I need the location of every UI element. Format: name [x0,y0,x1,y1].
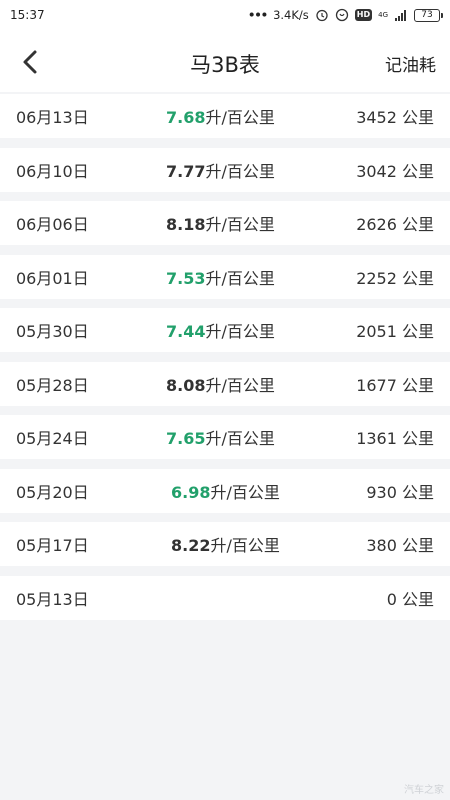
fuel-record-row[interactable]: 06月01日 7.53升/百公里 2252 公里 [0,254,450,299]
more-dots-icon: ••• [248,8,268,22]
fuel-record-row[interactable]: 05月30日 7.44升/百公里 2051 公里 [0,308,450,352]
consumption-value: 7.53 [166,268,206,288]
fuel-record-row[interactable]: 06月13日 7.68升/百公里 3452 公里 [0,94,450,138]
consumption-value: 7.65 [166,429,206,448]
consumption-unit: 升/百公里 [205,375,275,395]
battery-icon: 73 [414,8,443,22]
record-consumption: 7.65升/百公里 [166,425,275,449]
chevron-left-icon [23,50,37,74]
consumption-value: 7.44 [166,322,206,341]
status-time: 15:37 [10,8,45,22]
page-title: 马3B表 [190,53,260,77]
record-date: 05月13日 [16,589,89,609]
record-date: 06月10日 [16,161,89,181]
record-consumption: 7.68升/百公里 [166,104,275,128]
status-bar: 15:37 ••• 3.4K/s HD 4G 73 [0,0,450,30]
record-distance: 1361 公里 [356,429,434,448]
record-date: 05月20日 [16,482,89,502]
network-type-label: 4G [378,10,388,19]
record-date: 06月06日 [16,215,89,234]
fuel-record-row[interactable]: 05月17日 8.22升/百公里 380 公里 [0,522,450,566]
record-distance: 930 公里 [366,482,434,502]
record-date: 06月13日 [16,108,89,127]
consumption-unit: 升/百公里 [205,161,275,181]
consumption-unit: 升/百公里 [210,482,280,502]
consumption-value: 7.77 [166,161,206,181]
consumption-value: 8.08 [166,375,206,395]
clock-icon [335,8,348,22]
record-distance: 3042 公里 [356,161,434,181]
record-consumption: 6.98升/百公里 [171,479,280,503]
record-date: 05月24日 [16,429,89,448]
signal-icon [395,10,406,21]
record-distance: 380 公里 [366,536,434,555]
app-bar: 马3B表 记油耗 [0,30,450,92]
record-distance: 3452 公里 [356,108,434,127]
fuel-record-row[interactable]: 05月13日 0 公里 [0,575,450,620]
fuel-record-row[interactable]: 06月06日 8.18升/百公里 2626 公里 [0,201,450,245]
status-icons: ••• 3.4K/s HD 4G 73 [248,8,443,22]
record-date: 05月28日 [16,375,89,395]
consumption-unit: 升/百公里 [205,215,275,234]
fuel-record-list: 06月13日 7.68升/百公里 3452 公里 06月10日 7.77升/百公里 304… [0,94,450,629]
consumption-unit: 升/百公里 [205,268,275,288]
record-distance: 2051 公里 [356,322,434,341]
consumption-value: 6.98 [171,482,211,502]
fuel-record-row[interactable]: 05月24日 7.65升/百公里 1361 公里 [0,415,450,459]
fuel-record-row[interactable]: 06月10日 7.77升/百公里 3042 公里 [0,147,450,192]
battery-level: 73 [421,9,433,20]
record-consumption: 8.18升/百公里 [166,211,275,235]
record-consumption: 8.08升/百公里 [166,372,275,396]
consumption-value: 7.68 [166,108,206,127]
record-consumption: 7.53升/百公里 [166,265,275,289]
record-distance: 2252 公里 [356,268,434,288]
record-date: 06月01日 [16,268,89,288]
consumption-unit: 升/百公里 [205,108,275,127]
consumption-unit: 升/百公里 [205,429,275,448]
record-fuel-button[interactable]: 记油耗 [385,51,436,76]
record-date: 05月17日 [16,536,89,555]
consumption-unit: 升/百公里 [210,536,280,555]
hd-badge: HD [354,9,373,21]
fuel-record-row[interactable]: 05月28日 8.08升/百公里 1677 公里 [0,361,450,406]
record-consumption: 7.44升/百公里 [166,318,275,342]
record-distance: 2626 公里 [356,215,434,234]
record-consumption: 7.77升/百公里 [166,158,275,182]
fuel-record-row[interactable]: 05月20日 6.98升/百公里 930 公里 [0,468,450,513]
consumption-unit: 升/百公里 [205,322,275,341]
consumption-value: 8.18 [166,215,206,234]
watermark: 汽车之家 [404,785,444,796]
consumption-value: 8.22 [171,536,211,555]
network-type: 4G [378,10,388,19]
record-consumption: 8.22升/百公里 [171,532,280,556]
alarm-icon [316,9,328,22]
record-distance: 1677 公里 [356,375,434,395]
network-speed: 3.4K/s [273,8,309,22]
record-date: 05月30日 [16,322,89,341]
back-button[interactable] [14,46,46,78]
record-distance: 0 公里 [386,589,434,609]
